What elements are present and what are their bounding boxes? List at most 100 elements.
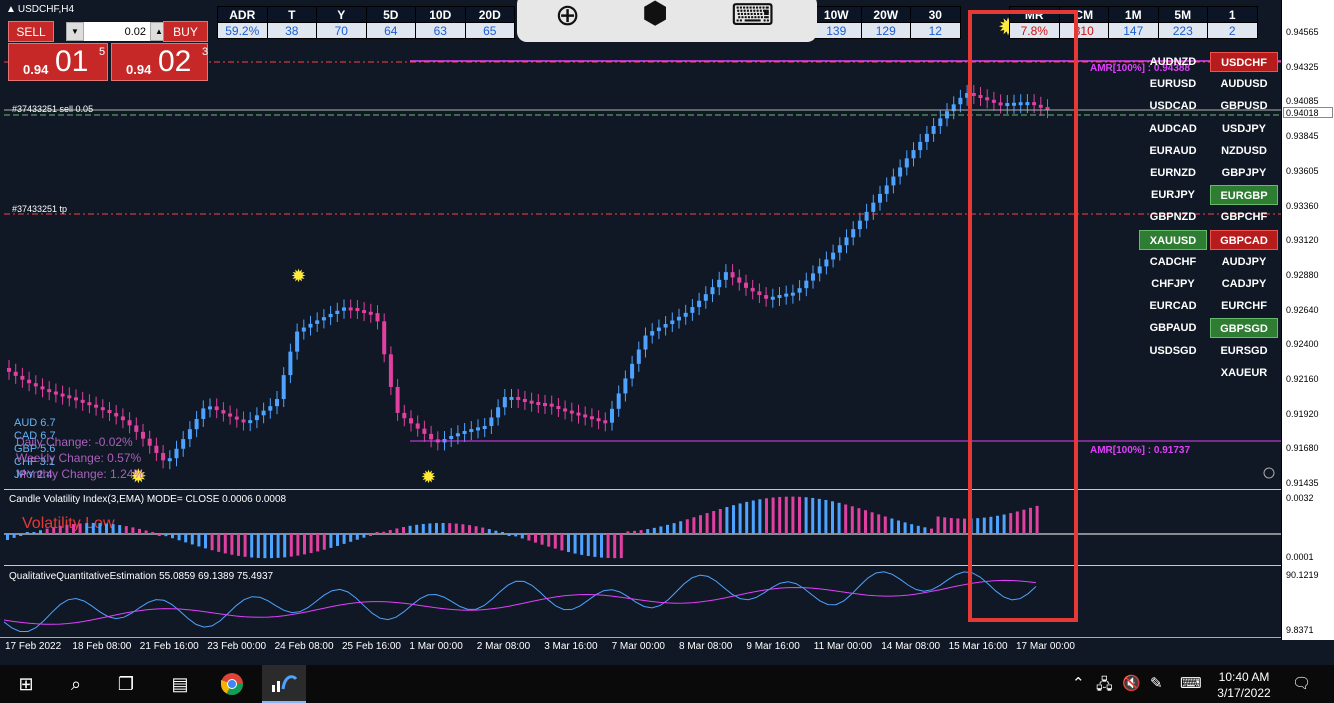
pair-button-gbpaud[interactable]: GBPAUD — [1139, 318, 1207, 338]
pair-button-eurcad[interactable]: EURCAD — [1139, 296, 1207, 316]
windows-start-icon[interactable]: ⊞ — [4, 665, 48, 703]
pair-button-nzdusd[interactable]: NZDUSD — [1210, 141, 1278, 161]
candle — [522, 398, 527, 402]
pair-button-gbpchf[interactable]: GBPCHF — [1210, 207, 1278, 227]
cvi-bar — [943, 517, 947, 534]
cvi-bar — [553, 534, 557, 549]
pair-button-audcad[interactable]: AUDCAD — [1139, 119, 1207, 139]
pair-button-usdchf[interactable]: USDCHF — [1210, 52, 1278, 72]
pair-button-usdjpy[interactable]: USDJPY — [1210, 119, 1278, 139]
candle — [804, 280, 809, 289]
candle — [33, 383, 38, 387]
pair-button-usdcad[interactable]: USDCAD — [1139, 96, 1207, 116]
cvi-bar — [732, 505, 735, 534]
keyboard-tray-icon[interactable]: ⌨ — [1180, 674, 1202, 692]
candle — [469, 429, 474, 433]
cvi-bar — [930, 528, 933, 534]
pair-button-euraud[interactable]: EURAUD — [1139, 141, 1207, 161]
candle — [857, 220, 862, 230]
pair-button-cadchf[interactable]: CADCHF — [1139, 252, 1207, 272]
candle — [904, 158, 909, 168]
candle — [549, 403, 554, 407]
pair-button-eurnzd[interactable]: EURNZD — [1139, 163, 1207, 183]
cvi-bar — [421, 523, 425, 534]
stats-value: 12 — [910, 22, 961, 39]
pair-button-gbpjpy[interactable]: GBPJPY — [1210, 163, 1278, 183]
candle — [127, 420, 132, 426]
pair-button-audusd[interactable]: AUDUSD — [1210, 74, 1278, 94]
keyboard-icon[interactable]: ⌨ — [731, 0, 774, 33]
volume-muted-icon[interactable]: 🔇 — [1122, 674, 1141, 692]
cvi-bar — [487, 529, 491, 534]
pair-button-eurgbp[interactable]: EURGBP — [1210, 185, 1278, 206]
pair-button-gbpusd[interactable]: GBPUSD — [1210, 96, 1278, 116]
pair-button-eurusd[interactable]: EURUSD — [1139, 74, 1207, 94]
price-axis[interactable]: 0.94565 0.94325 0.94085 0.93845 0.93605 0.933… — [1281, 0, 1334, 640]
qqe-tick-label: 9.8371 — [1286, 625, 1314, 635]
chevron-up-icon[interactable]: ⌃ — [1072, 674, 1085, 692]
pair-button-eursgd[interactable]: EURSGD — [1210, 341, 1278, 361]
candle — [194, 418, 199, 430]
pair-button-usdsgd[interactable]: USDSGD — [1139, 341, 1207, 361]
pair-button-gbpsgd[interactable]: GBPSGD — [1210, 318, 1278, 339]
candle — [342, 307, 346, 311]
zoom-in-icon[interactable]: ⊕ — [555, 0, 580, 33]
candle — [114, 413, 119, 417]
cvi-bar — [567, 534, 570, 553]
search-icon[interactable]: ⌕ — [54, 665, 98, 703]
pair-button-gbpnzd[interactable]: GBPNZD — [1139, 207, 1207, 227]
cvi-bar — [164, 534, 168, 537]
candle — [656, 327, 661, 332]
price-tick-label: 0.91435 — [1286, 478, 1319, 489]
chrome-icon[interactable] — [210, 665, 254, 703]
pair-button-audnzd[interactable]: AUDNZD — [1139, 52, 1207, 72]
cvi-bar — [738, 503, 742, 534]
candle — [610, 408, 614, 423]
cvi-bar — [811, 497, 815, 534]
time-tick-label: 11 Mar 00:00 — [813, 641, 872, 652]
candle — [60, 393, 65, 397]
lot-decrease-icon[interactable]: ▼ — [66, 22, 84, 41]
candle — [911, 150, 916, 159]
candle — [516, 396, 521, 400]
lot-size-value[interactable]: 0.02 — [84, 26, 150, 38]
time-tick-label: 18 Feb 08:00 — [72, 641, 132, 652]
amr-bottom-label: AMR[100%] : 0.91737 — [1090, 445, 1191, 456]
candle — [415, 423, 420, 429]
candle — [730, 272, 735, 278]
system-clock[interactable]: 10:40 AM 3/17/2022 — [1209, 669, 1279, 701]
task-view-icon[interactable]: ❐ — [104, 665, 148, 703]
pair-button-gbpcad[interactable]: GBPCAD — [1210, 229, 1278, 250]
qqe-lines — [4, 571, 1037, 632]
network-icon[interactable]: 🖧 — [1096, 674, 1113, 699]
sell-price-button[interactable]: 0.94 01 5 — [8, 43, 108, 81]
lot-size-field[interactable]: ▼ 0.02 ▲ — [66, 22, 168, 41]
metatrader-icon[interactable] — [262, 665, 306, 703]
cvi-bar — [441, 523, 445, 534]
cvi-bar — [758, 499, 762, 534]
cvi-bar — [468, 525, 471, 534]
time-tick-label: 8 Mar 08:00 — [679, 641, 733, 652]
pen-icon[interactable]: ✎ — [1150, 674, 1163, 692]
pair-button-xauusd[interactable]: XAUUSD — [1139, 229, 1207, 250]
notification-icon[interactable]: 🗨 — [1292, 674, 1311, 692]
pair-button-cadjpy[interactable]: CADJPY — [1210, 274, 1278, 294]
pair-button-eurjpy[interactable]: EURJPY — [1139, 185, 1207, 205]
time-axis[interactable]: 17 Feb 2022 18 Feb 08:00 21 Feb 16:00 23 Fe… — [0, 637, 1281, 655]
pair-button-eurchf[interactable]: EURCHF — [1210, 296, 1278, 316]
cvi-bar — [857, 508, 861, 534]
buy-price-button[interactable]: 0.94 02 3 — [111, 43, 208, 81]
cvi-bar — [699, 515, 702, 534]
cvi-bar — [151, 532, 155, 534]
pair-button-xaueur[interactable]: XAUEUR — [1210, 363, 1278, 383]
cvi-bar — [98, 523, 102, 534]
remote-control-icon[interactable]: ⬢ — [642, 0, 668, 31]
sell-button[interactable]: SELL — [8, 21, 54, 42]
pair-button-chfjpy[interactable]: CHFJPY — [1139, 274, 1207, 294]
cvi-bar — [725, 507, 729, 534]
candle — [630, 363, 635, 379]
pair-button-audjpy[interactable]: AUDJPY — [1210, 252, 1278, 272]
buy-button[interactable]: BUY — [163, 21, 208, 42]
file-app-icon[interactable]: ▤ — [158, 665, 202, 703]
candle — [924, 133, 929, 142]
